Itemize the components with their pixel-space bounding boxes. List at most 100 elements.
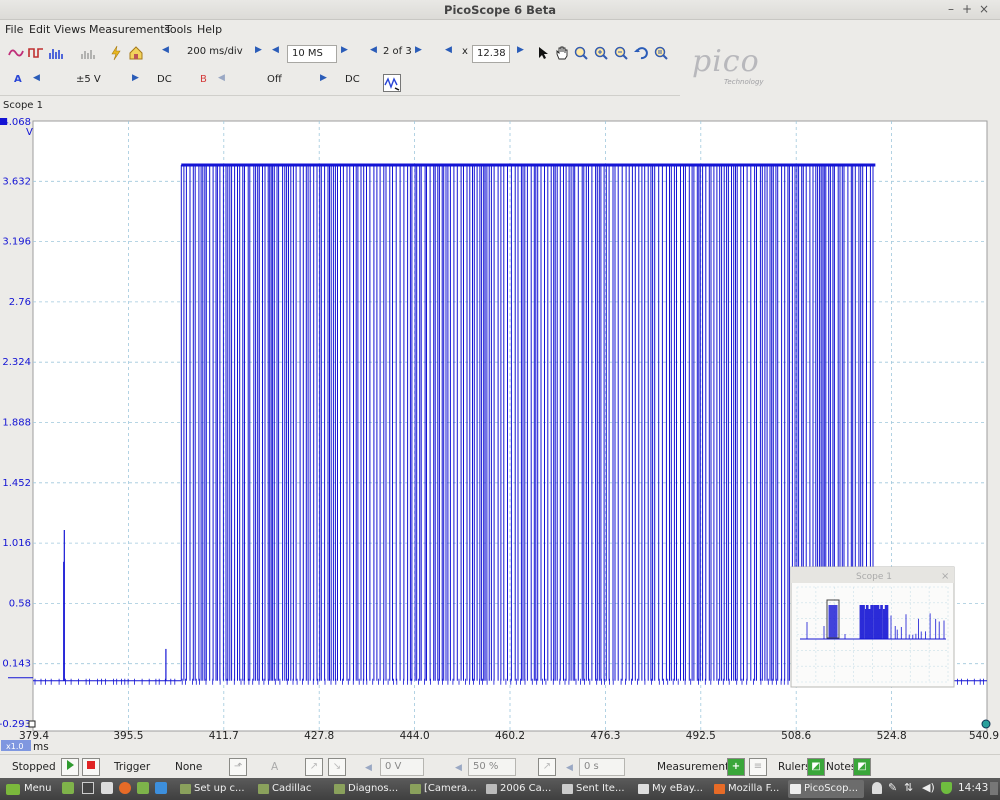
persistence-mode-icon[interactable] [28, 45, 44, 61]
zoom-out-icon[interactable] [613, 45, 629, 61]
trigger-mode[interactable]: None [175, 761, 202, 773]
samples-decrease-icon[interactable]: ◀ [272, 45, 279, 55]
edit-measurement-button[interactable]: ≡ [749, 758, 767, 776]
menu-edit[interactable]: Edit [29, 23, 50, 36]
timebase-value[interactable]: 200 ms/div [187, 46, 243, 57]
channel-a-range[interactable]: ±5 V [76, 74, 101, 85]
menu-views[interactable]: Views [54, 23, 86, 36]
terminal-icon[interactable] [82, 782, 94, 794]
scope-plot[interactable]: 4.0683.6323.1962.762.3241.8881.4521.0160… [0, 114, 1000, 754]
trigger-options-button[interactable]: ⬏ [229, 758, 247, 776]
channel-b-label[interactable]: B [200, 74, 207, 85]
post-trigger-button[interactable]: ↗ [538, 758, 556, 776]
menu-help[interactable]: Help [197, 23, 222, 36]
channel-a-label[interactable]: A [14, 74, 22, 85]
channel-a-range-decrease-icon[interactable]: ◀ [33, 73, 40, 83]
channel-a-coupling[interactable]: DC [157, 74, 172, 85]
dropbox-icon[interactable] [155, 782, 167, 794]
signal-generator-icon[interactable] [108, 45, 124, 61]
scope-tab[interactable]: Scope 1 [0, 100, 1000, 114]
y-tick-label: 2.324 [2, 357, 31, 368]
channel-b-coupling[interactable]: DC [345, 74, 360, 85]
spectrum-mode-icon[interactable] [48, 45, 64, 61]
toolbar-capture: ◀ 200 ms/div ▶ ◀ 10 MS ▶ ◀ 2 of 3 ▶ ◀ x … [0, 40, 680, 68]
auto-setup-icon[interactable] [383, 74, 401, 92]
notification-area[interactable] [990, 782, 998, 795]
delay-decrease-icon[interactable]: ◀ [566, 763, 573, 773]
task-cadillac[interactable]: Cadillac [256, 780, 332, 798]
zoom-to-fit-icon[interactable] [653, 45, 669, 61]
notes-button[interactable]: ◩ [853, 758, 871, 776]
scope-mode-icon[interactable] [8, 45, 24, 61]
user-icon[interactable] [872, 782, 882, 794]
task-mozilla[interactable]: Mozilla F... [712, 780, 788, 798]
pretrigger-input[interactable]: 50 % [468, 758, 516, 776]
pointer-icon[interactable] [535, 45, 551, 61]
falling-edge-button[interactable]: ↘ [328, 758, 346, 776]
launcher-icon[interactable] [137, 782, 149, 794]
timebase-increase-icon[interactable]: ▶ [255, 45, 262, 55]
samples-increase-icon[interactable]: ▶ [341, 45, 348, 55]
buffer-next-icon[interactable]: ▶ [415, 45, 422, 55]
close-button[interactable]: × [977, 2, 991, 16]
samples-input[interactable]: 10 MS [287, 45, 337, 63]
menu-tools[interactable]: Tools [165, 23, 192, 36]
overview-close-button[interactable]: × [941, 571, 949, 582]
task-diagnostics[interactable]: Diagnos... [332, 780, 408, 798]
volume-icon[interactable]: ◀) [922, 781, 935, 794]
ruler-handle-icon[interactable] [981, 719, 991, 729]
y-axis-unit: V [26, 127, 33, 138]
menu-measurements[interactable]: Measurements [89, 23, 170, 36]
channel-a-scale-marker[interactable] [0, 118, 7, 125]
files-icon[interactable] [101, 782, 113, 794]
buffer-previous-icon[interactable]: ◀ [370, 45, 377, 55]
rulers-label: Rulers [778, 761, 811, 773]
zoom-tool-icon[interactable] [573, 45, 589, 61]
start-menu-button[interactable]: Menu [2, 780, 58, 798]
overview-window[interactable]: Scope 1 × [790, 566, 955, 688]
clock[interactable]: 14:43 [958, 782, 988, 794]
pico-logo: pico Technology [688, 44, 778, 90]
channel-b-range[interactable]: Off [267, 74, 282, 85]
channel-b-range-decrease-icon[interactable]: ◀ [218, 73, 225, 83]
rising-edge-button[interactable]: ↗ [305, 758, 323, 776]
zoom-decrease-icon[interactable]: ◀ [445, 45, 452, 55]
minimize-button[interactable]: – [944, 2, 958, 16]
rulers-button[interactable]: ◩ [807, 758, 825, 776]
task-my-ebay[interactable]: My eBay... [636, 780, 712, 798]
zoom-increase-icon[interactable]: ▶ [517, 45, 524, 55]
firefox-icon[interactable] [119, 782, 131, 794]
zoom-in-icon[interactable] [593, 45, 609, 61]
trigger-marker-icon[interactable] [28, 720, 36, 728]
add-measurement-button[interactable]: + [727, 758, 745, 776]
network-icon[interactable]: ⇅ [904, 781, 913, 794]
pen-icon[interactable]: ✎ [888, 781, 897, 794]
task-setup[interactable]: Set up c... [178, 780, 254, 798]
task-sent-items[interactable]: Sent Ite... [560, 780, 636, 798]
task-2006[interactable]: 2006 Ca... [484, 780, 560, 798]
update-shield-icon[interactable] [941, 782, 952, 794]
task-picoscope[interactable]: PicoScop... [788, 780, 864, 798]
home-icon[interactable] [128, 45, 144, 61]
show-desktop-icon[interactable] [62, 782, 74, 794]
task-camera[interactable]: [Camera... [408, 780, 484, 798]
channel-b-range-increase-icon[interactable]: ▶ [320, 73, 327, 83]
threshold-input[interactable]: 0 V [380, 758, 424, 776]
zoom-x-label: x [462, 46, 468, 57]
pretrigger-decrease-icon[interactable]: ◀ [455, 763, 462, 773]
trigger-channel[interactable]: A [271, 761, 278, 773]
threshold-decrease-icon[interactable]: ◀ [365, 763, 372, 773]
channel-options-icon[interactable] [80, 45, 96, 61]
delay-input[interactable]: 0 s [579, 758, 625, 776]
stop-button[interactable] [82, 758, 100, 776]
maximize-button[interactable]: + [960, 2, 974, 16]
channel-a-range-increase-icon[interactable]: ▶ [132, 73, 139, 83]
hand-icon[interactable] [554, 45, 570, 61]
timebase-decrease-icon[interactable]: ◀ [162, 45, 169, 55]
zoom-input[interactable]: 12.38 [472, 45, 510, 63]
menu-file[interactable]: File [5, 23, 23, 36]
start-button[interactable] [61, 758, 79, 776]
scope-view[interactable]: 4.068 3.632 3.196 2.76 2.324 1.888 1.452 1.016 0… [0, 114, 1000, 754]
undo-zoom-icon[interactable] [633, 45, 649, 61]
x-tick-label: 476.3 [590, 730, 620, 742]
